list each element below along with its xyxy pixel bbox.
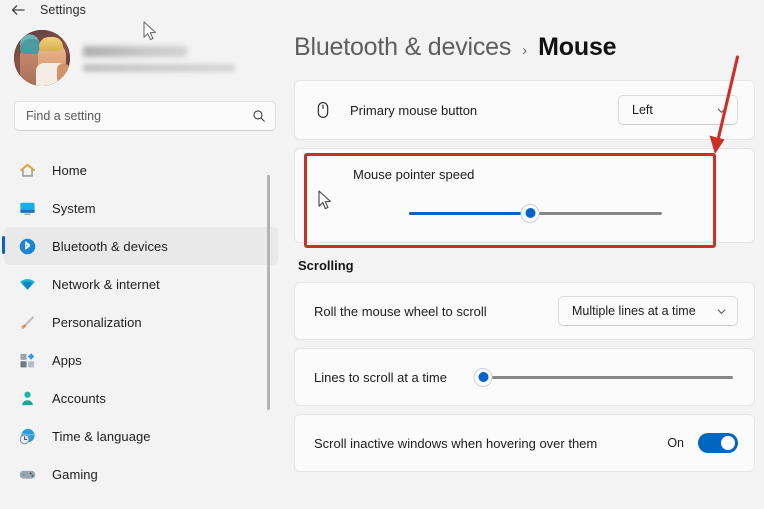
home-icon — [18, 161, 37, 180]
mouse-wheel-scroll-dropdown[interactable]: Multiple lines at a time — [558, 296, 738, 326]
mouse-pointer-speed-label: Mouse pointer speed — [353, 167, 475, 182]
sidebar-item-apps[interactable]: Apps — [4, 341, 278, 379]
system-monitor-icon — [18, 199, 37, 218]
sidebar: Settings Find a setting Home System Blue… — [0, 0, 290, 509]
mouse-wheel-scroll-value: Multiple lines at a time — [572, 304, 696, 318]
lines-to-scroll-label: Lines to scroll at a time — [314, 369, 447, 385]
page-title: Mouse — [538, 33, 617, 61]
lines-to-scroll-card[interactable]: Lines to scroll at a time — [294, 348, 755, 406]
wifi-icon — [18, 275, 37, 294]
paintbrush-icon — [18, 313, 37, 332]
search-box[interactable] — [14, 101, 276, 131]
main-content: Bluetooth & devices › Mouse Primary mous… — [290, 0, 764, 509]
sidebar-nav: Home System Bluetooth & devices Network … — [0, 151, 290, 493]
settings-list: Primary mouse button Left Mouse pointer … — [290, 62, 764, 472]
mouse-pointer-speed-slider[interactable] — [409, 203, 662, 223]
sidebar-item-label: System — [52, 200, 96, 216]
primary-mouse-button-dropdown[interactable]: Left — [618, 95, 738, 125]
account-card[interactable] — [0, 20, 290, 86]
sidebar-item-label: Accounts — [52, 390, 106, 406]
apps-icon — [18, 351, 37, 370]
gamepad-icon — [18, 465, 37, 484]
mouse-wheel-scroll-label: Roll the mouse wheel to scroll — [314, 303, 487, 319]
chevron-down-icon — [716, 105, 727, 116]
sidebar-scrollbar[interactable] — [267, 175, 270, 410]
sidebar-item-label: Personalization — [52, 314, 142, 330]
settings-window: Settings Find a setting Home System Blue… — [0, 0, 764, 509]
primary-mouse-button-card[interactable]: Primary mouse button Left — [294, 80, 755, 140]
sidebar-item-label: Home — [52, 162, 87, 178]
sidebar-item-bluetooth-devices[interactable]: Bluetooth & devices — [2, 227, 278, 265]
account-email-redacted — [83, 64, 235, 72]
lines-to-scroll-slider[interactable] — [473, 367, 733, 387]
search-icon[interactable] — [252, 109, 266, 123]
scroll-inactive-windows-toggle[interactable] — [698, 433, 738, 453]
sidebar-item-home[interactable]: Home — [4, 151, 278, 189]
sidebar-item-personalization[interactable]: Personalization — [4, 303, 278, 341]
scroll-inactive-windows-label: Scroll inactive windows when hovering ov… — [314, 435, 598, 451]
person-icon — [18, 389, 37, 408]
breadcrumb-parent[interactable]: Bluetooth & devices — [294, 33, 511, 62]
account-text — [83, 44, 235, 72]
breadcrumb-separator-icon: › — [522, 42, 528, 59]
primary-mouse-button-value: Left — [632, 103, 653, 117]
mouse-icon — [314, 101, 332, 119]
sidebar-item-time-language[interactable]: Time & language — [4, 417, 278, 455]
clock-globe-icon — [18, 427, 37, 446]
sidebar-item-network-internet[interactable]: Network & internet — [4, 265, 278, 303]
breadcrumb: Bluetooth & devices › Mouse — [290, 0, 764, 62]
bluetooth-icon — [18, 237, 37, 256]
sidebar-item-accounts[interactable]: Accounts — [4, 379, 278, 417]
avatar[interactable] — [14, 30, 70, 86]
scrolling-section-header: Scrolling — [298, 258, 354, 273]
window-title: Settings — [40, 3, 86, 17]
window-titlebar: Settings — [0, 0, 290, 20]
scroll-inactive-windows-state: On — [667, 436, 684, 450]
sidebar-item-label: Gaming — [52, 466, 98, 482]
search-input[interactable] — [26, 109, 252, 123]
sidebar-item-system[interactable]: System — [4, 189, 278, 227]
sidebar-item-label: Time & language — [52, 428, 151, 444]
sidebar-item-gaming[interactable]: Gaming — [4, 455, 278, 493]
mouse-pointer-speed-card[interactable]: Mouse pointer speed — [294, 148, 755, 243]
primary-mouse-button-label: Primary mouse button — [350, 102, 478, 118]
scroll-inactive-windows-card[interactable]: Scroll inactive windows when hovering ov… — [294, 414, 755, 472]
chevron-down-icon — [716, 306, 727, 317]
account-name-redacted — [83, 46, 187, 57]
sidebar-item-label: Bluetooth & devices — [52, 238, 168, 254]
sidebar-item-label: Apps — [52, 352, 82, 368]
mouse-wheel-scroll-card[interactable]: Roll the mouse wheel to scroll Multiple … — [294, 282, 755, 340]
back-arrow-icon[interactable] — [10, 2, 26, 18]
sidebar-item-label: Network & internet — [52, 276, 160, 292]
